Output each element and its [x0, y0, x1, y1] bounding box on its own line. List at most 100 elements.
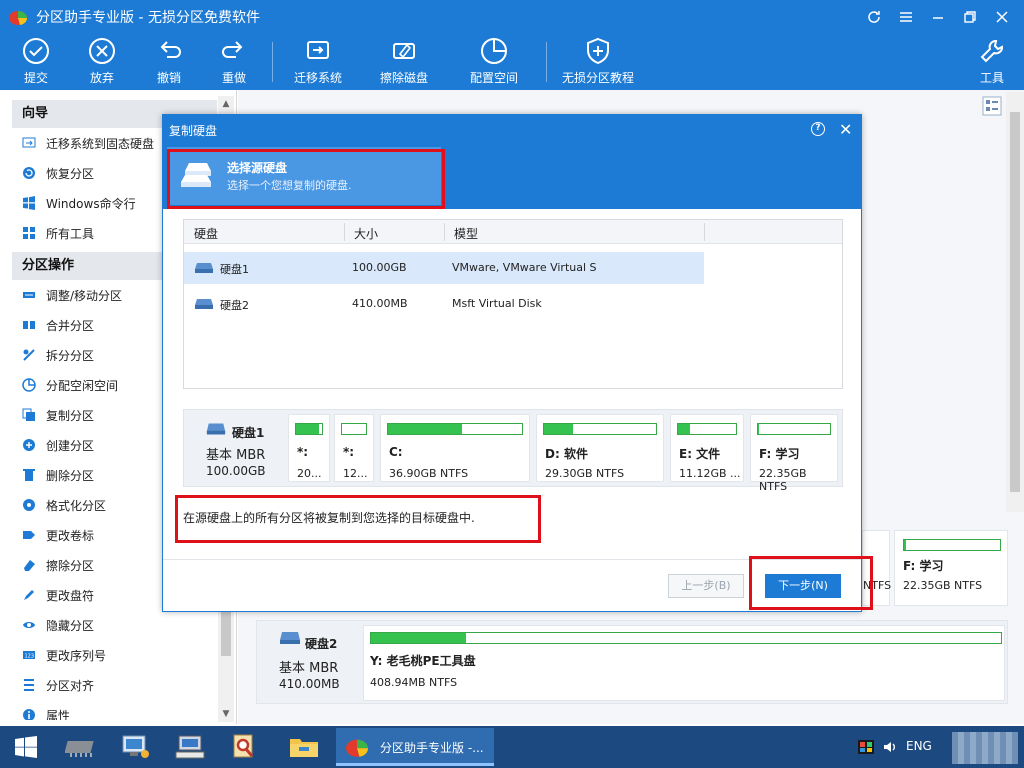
partition-name: *: — [343, 445, 355, 459]
migrate-os-button[interactable]: 迁移系统 — [290, 36, 346, 88]
disk-icon — [280, 632, 300, 644]
app-logo-icon — [9, 11, 28, 25]
resize-icon — [23, 292, 35, 298]
menu-icon[interactable] — [890, 6, 922, 28]
partition-name: D: 软件 — [545, 447, 588, 461]
disk-row[interactable]: 硬盘1 100.00GB VMware, VMware Virtual S — [184, 252, 704, 284]
disk2-name: 硬盘2 — [305, 637, 338, 651]
sidebar-item-label: 迁移系统到固态硬盘 — [46, 136, 155, 151]
sidebar-item-label: 擦除分区 — [46, 558, 95, 573]
scroll-down-icon[interactable]: ▼ — [218, 706, 234, 722]
search-magnifier-icon[interactable] — [218, 729, 270, 765]
scroll-up-icon[interactable]: ▲ — [218, 96, 234, 112]
usage-bar — [387, 423, 523, 435]
redo-button[interactable]: 重做 — [216, 36, 252, 88]
sidebar-item[interactable]: 123 更改序列号 — [12, 640, 217, 670]
delete-icon — [23, 469, 35, 481]
usage-bar — [543, 423, 657, 435]
sidebar-item-label: 拆分分区 — [46, 348, 95, 363]
create-icon — [23, 439, 35, 451]
partition-card-f[interactable]: F: 学习 22.35GB NTFS — [894, 530, 1008, 606]
tutorial-button[interactable]: 无损分区教程 — [558, 36, 638, 88]
restore-icon[interactable] — [954, 6, 986, 28]
disk2-size: 410.00MB — [279, 677, 340, 691]
undo-button[interactable]: 撤销 — [151, 36, 187, 88]
info-icon — [23, 709, 35, 720]
sidebar-item-label: 格式化分区 — [46, 498, 107, 513]
sidebar-item-label: 创建分区 — [46, 438, 95, 453]
tools-button[interactable]: 工具 — [976, 36, 1008, 88]
chip-tool-icon[interactable] — [56, 729, 108, 765]
window-title: 分区助手专业版 - 无损分区免费软件 — [36, 10, 260, 26]
sidebar-item-label: 删除分区 — [46, 468, 95, 483]
sidebar-item[interactable]: 分区对齐 — [12, 670, 217, 700]
partition-size: 29.30GB NTFS — [545, 467, 625, 480]
redo-label: 重做 — [221, 71, 246, 85]
grid-icon — [23, 227, 35, 239]
partition-segment[interactable]: C: 36.90GB NTFS — [380, 414, 530, 482]
eraser-icon — [24, 560, 35, 571]
partition-size: 12... — [343, 467, 368, 480]
disk-icon — [206, 423, 226, 435]
minimize-icon[interactable] — [922, 6, 954, 28]
redo-icon — [222, 41, 243, 58]
partition-segment[interactable]: E: 文件 11.12GB ... — [670, 414, 744, 482]
align-icon — [24, 679, 34, 691]
input-method-icon[interactable] — [858, 740, 874, 754]
disk-size: 100.00GB — [206, 464, 266, 478]
toolbar-divider — [546, 42, 547, 82]
disk-size: 100.00GB — [352, 261, 407, 274]
disk-info: 硬盘1 基本 MBR 100.00GB — [188, 416, 280, 480]
dialog-title-bar: 复制硬盘 ? ✕ — [163, 115, 861, 145]
allocate-space-button[interactable]: 配置空间 — [466, 36, 522, 88]
allocate-icon — [22, 378, 36, 392]
disk-row[interactable]: 硬盘2 410.00MB Msft Virtual Disk — [184, 288, 704, 320]
wipe-disk-button[interactable]: 擦除磁盘 — [376, 36, 432, 88]
view-toggle-icon[interactable] — [982, 96, 1002, 116]
help-icon[interactable]: ? — [811, 122, 825, 136]
main-scrollbar[interactable] — [1006, 92, 1024, 512]
disk-model: Msft Virtual Disk — [452, 297, 542, 310]
partition-card-y[interactable]: Y: 老毛桃PE工具盘 408.94MB NTFS — [363, 625, 1005, 701]
tools-label: 工具 — [979, 71, 1004, 85]
disk-icon — [195, 299, 213, 309]
partition-size: 22.35GB NTFS — [903, 579, 983, 592]
sidebar-item-label: 分配空闲空间 — [46, 378, 119, 393]
wrench-icon — [980, 40, 1003, 63]
usage-bar — [295, 423, 323, 435]
partition-name: E: 文件 — [679, 447, 721, 461]
partition-segment[interactable]: D: 软件 29.30GB NTFS — [536, 414, 664, 482]
label-icon — [23, 531, 35, 539]
sidebar-item[interactable]: 属性 — [12, 700, 217, 720]
partition-segment[interactable]: F: 学习 22.35GB NTFS — [750, 414, 838, 493]
highlight-step — [167, 149, 445, 209]
main-scroll-thumb[interactable] — [1010, 112, 1020, 492]
language-indicator[interactable]: ENG — [906, 739, 932, 753]
taskbar-app-partition-assistant[interactable]: 分区助手专业版 -... — [336, 728, 494, 766]
partition-segment[interactable]: *: 20... — [288, 414, 330, 482]
table-header: 硬盘 大小 模型 — [184, 220, 842, 244]
partition-size: 22.35GB NTFS — [759, 467, 807, 493]
sidebar-item-label: 恢复分区 — [46, 166, 95, 181]
remote-desktop-icon[interactable] — [110, 729, 162, 765]
file-explorer-icon[interactable] — [278, 729, 330, 765]
refresh-icon[interactable] — [858, 6, 890, 28]
wipe-disk-icon — [393, 43, 415, 59]
sidebar-item-label: 合并分区 — [46, 318, 95, 333]
disk2-map: 硬盘2 基本 MBR 410.00MB Y: 老毛桃PE工具盘 408.94MB… — [256, 620, 1008, 704]
sidebar-item[interactable]: 隐藏分区 — [12, 610, 217, 640]
volume-icon[interactable] — [882, 739, 898, 755]
dialog-close-icon[interactable]: ✕ — [839, 120, 852, 139]
discard-button[interactable]: 放弃 — [84, 36, 120, 88]
clock-obscured[interactable] — [952, 732, 1018, 764]
toolbar-divider — [272, 42, 273, 82]
commit-button[interactable]: 提交 — [18, 36, 54, 88]
partition-segment[interactable]: *: 12... — [334, 414, 374, 482]
tutorial-label: 无损分区教程 — [561, 71, 634, 85]
app-logo-icon — [346, 739, 369, 757]
previous-button[interactable]: 上一步(B) — [668, 574, 744, 598]
start-windows-icon[interactable] — [0, 729, 52, 765]
partition-size: 20... — [297, 467, 322, 480]
close-icon[interactable] — [986, 6, 1018, 28]
keyboard-monitor-icon[interactable] — [164, 729, 216, 765]
